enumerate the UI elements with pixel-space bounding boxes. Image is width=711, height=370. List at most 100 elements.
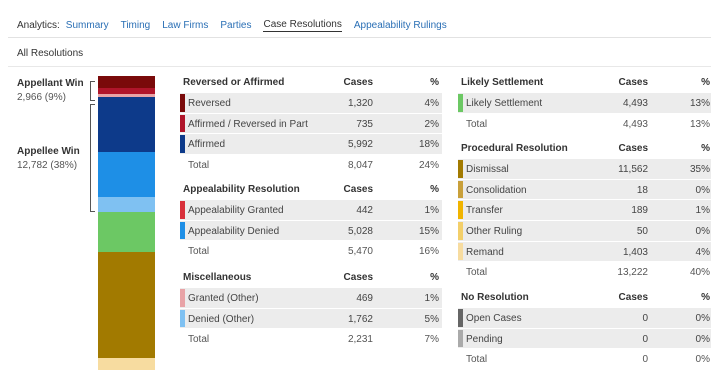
row-percent: 0% [695, 313, 710, 324]
table-row-likely-settlement[interactable]: Likely Settlement 4,493 13% [458, 93, 711, 114]
color-swatch [180, 94, 185, 112]
row-percent: 0% [695, 184, 710, 196]
percent-column-header: % [701, 292, 710, 303]
total-percent: 13% [689, 118, 710, 130]
row-cases: 469 [356, 293, 373, 304]
table-reversed-affirmed: Reversed or Affirmed Cases% Reversed 1,320 4… [180, 74, 442, 176]
table-row-total: Total 0 0% [458, 349, 711, 370]
total-cases: 13,222 [617, 267, 648, 279]
row-cases: 1,762 [347, 313, 373, 325]
table-miscellaneous: Miscellaneous Cases% Granted (Other) 469 1% D… [180, 269, 442, 350]
table-row-pending[interactable]: Pending 0 0% [458, 328, 711, 350]
total-label: Total [466, 118, 488, 130]
row-cases: 735 [356, 118, 373, 130]
table-row-other-ruling[interactable]: Other Ruling 50 0% [458, 221, 711, 242]
table-appealability-resolution: Appealability Resolution Cases% Appealabil… [180, 181, 442, 262]
percent-column-header: % [430, 77, 439, 88]
total-cases: 8,047 [347, 160, 373, 172]
row-percent: 4% [424, 98, 439, 109]
table-title: Reversed or Affirmed [183, 77, 285, 88]
appellee-win-title: Appellee Win [17, 146, 80, 157]
row-label: Transfer [466, 205, 503, 217]
total-cases: 2,231 [347, 334, 373, 346]
total-percent: 0% [695, 354, 710, 366]
section-title: All Resolutions [17, 48, 84, 59]
row-label: Likely Settlement [466, 98, 543, 109]
table-row-granted-other[interactable]: Granted (Other) 469 1% [180, 288, 442, 309]
total-label: Total [188, 246, 210, 258]
row-label: Granted (Other) [188, 293, 259, 304]
table-row-appealability-granted[interactable]: Appealability Granted 442 1% [180, 200, 442, 221]
color-swatch [180, 135, 185, 154]
row-label: Appealability Denied [188, 225, 280, 237]
total-percent: 7% [424, 334, 439, 346]
table-row-total: Total 4,493 13% [458, 114, 711, 135]
table-row-affirmed-reversed-in-part[interactable]: Affirmed / Reversed in Part 735 2% [180, 113, 442, 135]
table-header: Reversed or Affirmed Cases% [180, 74, 442, 93]
row-cases: 0 [642, 313, 648, 324]
row-cases: 5,992 [347, 139, 373, 151]
table-row-open-cases[interactable]: Open Cases 0 0% [458, 308, 711, 329]
table-no-resolution: No Resolution Cases% Open Cases 0 0% Pending 0… [458, 289, 711, 370]
table-row-reversed[interactable]: Reversed 1,320 4% [180, 93, 442, 114]
table-row-denied-other[interactable]: Denied (Other) 1,762 5% [180, 308, 442, 330]
stack-segment-reversed[interactable] [98, 76, 155, 89]
stack-segment-likely-settlement[interactable] [98, 212, 155, 252]
color-swatch [180, 114, 185, 133]
table-header: Procedural Resolution Cases% [458, 140, 711, 159]
row-label: Pending [466, 333, 503, 345]
row-label: Affirmed / Reversed in Part [188, 118, 308, 130]
stack-segment-remand[interactable] [98, 357, 155, 370]
tab-timing[interactable]: Timing [121, 20, 151, 31]
table-title: Likely Settlement [461, 77, 544, 88]
total-cases: 4,493 [622, 118, 648, 130]
table-row-total: Total 5,470 16% [180, 241, 442, 262]
color-swatch [458, 242, 463, 261]
cases-column-header: Cases [618, 292, 648, 303]
appellee-win-label: Appellee Win 12,782 (38%) [17, 145, 80, 173]
row-percent: 35% [689, 164, 710, 175]
table-row-remand[interactable]: Remand 1,403 4% [458, 241, 711, 263]
percent-column-header: % [701, 77, 710, 88]
row-percent: 0% [695, 333, 710, 345]
table-title: Appealability Resolution [183, 184, 300, 195]
stack-segment-affirmed[interactable] [98, 97, 155, 152]
row-percent: 1% [424, 293, 439, 304]
row-label: Consolidation [466, 184, 527, 196]
stack-segment-denied-other[interactable] [98, 197, 155, 213]
row-percent: 5% [424, 313, 439, 325]
table-header: No Resolution Cases% [458, 289, 711, 308]
stack-segment-dismissal[interactable] [98, 251, 155, 358]
table-row-total: Total 13,222 40% [458, 262, 711, 283]
row-percent: 13% [689, 98, 710, 109]
row-cases: 0 [642, 333, 648, 345]
table-row-appealability-denied[interactable]: Appealability Denied 5,028 15% [180, 220, 442, 242]
color-swatch [458, 222, 463, 240]
row-cases: 1,320 [347, 98, 373, 109]
tab-case-resolutions[interactable]: Case Resolutions [263, 19, 342, 32]
table-row-total: Total 2,231 7% [180, 329, 442, 350]
table-row-total: Total 8,047 24% [180, 155, 442, 176]
total-label: Total [466, 354, 488, 366]
total-percent: 16% [418, 246, 439, 258]
row-label: Open Cases [466, 313, 522, 324]
table-row-affirmed[interactable]: Affirmed 5,992 18% [180, 134, 442, 156]
total-percent: 40% [689, 267, 710, 279]
stack-segment-appealability-denied[interactable] [98, 151, 155, 198]
appellee-win-value: 12,782 (38%) [17, 160, 78, 171]
table-row-consolidation[interactable]: Consolidation 18 0% [458, 179, 711, 201]
row-cases: 189 [631, 205, 648, 217]
appellee-bracket [90, 104, 95, 212]
tab-summary[interactable]: Summary [66, 20, 109, 31]
tab-law-firms[interactable]: Law Firms [162, 20, 208, 31]
percent-column-header: % [701, 143, 710, 154]
tab-appealability-rulings[interactable]: Appealability Rulings [354, 20, 447, 31]
table-row-dismissal[interactable]: Dismissal 11,562 35% [458, 159, 711, 180]
color-swatch [180, 309, 185, 328]
tab-parties[interactable]: Parties [220, 20, 251, 31]
color-swatch [458, 180, 463, 199]
table-procedural-resolution: Procedural Resolution Cases% Dismissal 11,5… [458, 140, 711, 283]
color-swatch [458, 309, 463, 327]
table-row-transfer[interactable]: Transfer 189 1% [458, 200, 711, 222]
cases-column-header: Cases [343, 272, 373, 283]
